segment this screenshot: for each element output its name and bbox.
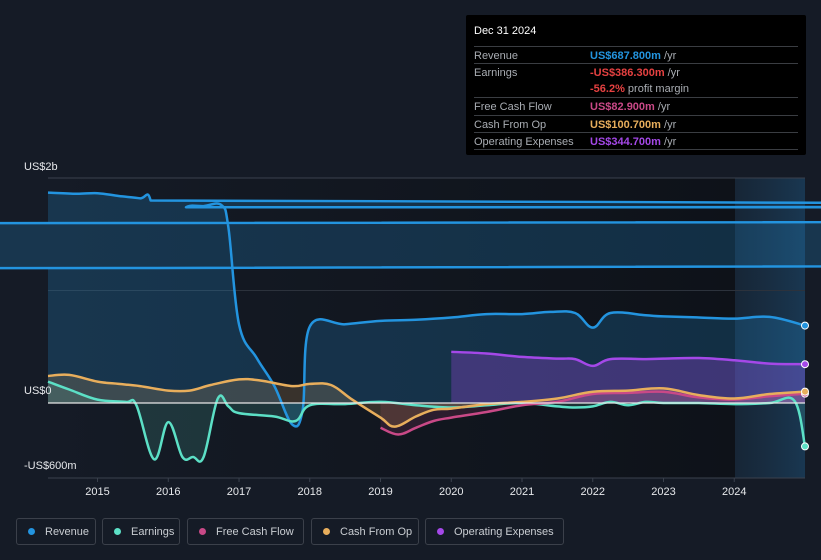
- x-tick-label: 2016: [156, 486, 180, 498]
- legend-dot-icon: [114, 528, 121, 535]
- tooltip-value-unit: /yr: [660, 50, 677, 62]
- legend-item-operating-expenses[interactable]: Operating Expenses: [425, 518, 564, 545]
- tooltip-row-label: Cash From Op: [474, 119, 547, 131]
- tooltip-value-unit: profit margin: [624, 83, 690, 95]
- tooltip-divider: [474, 149, 798, 150]
- legend-label: Revenue: [45, 525, 90, 538]
- tooltip-value-text: US$82.900m: [590, 101, 655, 113]
- tooltip-value-unit: /yr: [660, 119, 677, 131]
- x-tick-label: 2022: [581, 486, 605, 498]
- tooltip-date: Dec 31 2024: [474, 25, 537, 37]
- tooltip-row-label: Operating Expenses: [474, 136, 574, 148]
- tooltip-value-text: -56.2%: [590, 83, 625, 95]
- legend-label: Cash From Op: [340, 525, 413, 538]
- x-tick-label: 2020: [439, 486, 463, 498]
- tooltip-row-label: Revenue: [474, 50, 519, 62]
- legend-dot-icon: [28, 528, 35, 535]
- legend-dot-icon: [323, 528, 330, 535]
- y-tick-label-bottom: -US$600m: [24, 460, 77, 472]
- x-tick-label: 2024: [722, 486, 746, 498]
- x-tick-label: 2019: [368, 486, 392, 498]
- legend-label: Free Cash Flow: [216, 525, 294, 538]
- tooltip-value-text: -US$386.300m: [590, 67, 665, 79]
- legend-label: Operating Expenses: [454, 525, 554, 538]
- legend-dot-icon: [199, 528, 206, 535]
- tooltip-value-text: US$344.700m: [590, 136, 661, 148]
- x-tick-label: 2018: [298, 486, 322, 498]
- legend-item-earnings[interactable]: Earnings: [102, 518, 180, 545]
- tooltip-row-value: -US$386.300m /yr: [590, 67, 680, 79]
- tooltip-panel: Dec 31 2024 Revenue US$687.800m /yr Earnin…: [466, 15, 806, 155]
- tooltip-value-unit: /yr: [660, 136, 677, 148]
- tooltip-row-value: US$687.800m /yr: [590, 50, 676, 62]
- legend-dot-icon: [437, 528, 444, 535]
- tooltip-row-value: US$100.700m /yr: [590, 119, 676, 131]
- tooltip-row: Free Cash Flow US$82.900m /yr: [474, 97, 798, 113]
- x-tick-label: 2021: [510, 486, 534, 498]
- tooltip-row-label: Earnings: [474, 67, 518, 79]
- earnings-endpoint: [801, 442, 809, 451]
- cash-from-op-endpoint: [801, 387, 809, 396]
- tooltip-row-value: US$82.900m /yr: [590, 101, 670, 113]
- tooltip-value-text: US$687.800m: [590, 50, 661, 62]
- tooltip-value-unit: /yr: [664, 67, 680, 79]
- legend-label: Earnings: [131, 525, 175, 538]
- y-tick-label-top: US$2b: [24, 161, 58, 173]
- tooltip-row: Earnings -US$386.300m /yr: [474, 63, 798, 79]
- tooltip-row-label: Free Cash Flow: [474, 101, 552, 113]
- y-tick-label-zero: US$0: [24, 385, 52, 397]
- tooltip-row-value: US$344.700m /yr: [590, 136, 676, 148]
- tooltip-row-value: -56.2% profit margin: [590, 83, 689, 95]
- legend-item-revenue[interactable]: Revenue: [16, 518, 96, 545]
- x-tick-label: 2015: [85, 486, 109, 498]
- operating-expenses-endpoint: [801, 360, 809, 369]
- tooltip-row: Cash From Op US$100.700m /yr: [474, 115, 798, 131]
- tooltip-row: Operating Expenses US$344.700m /yr: [474, 132, 798, 148]
- tooltip-value-unit: /yr: [654, 101, 671, 113]
- x-tick-label: 2017: [227, 486, 251, 498]
- tooltip-value-text: US$100.700m: [590, 119, 661, 131]
- legend-item-cash-from-op[interactable]: Cash From Op: [311, 518, 419, 545]
- legend-item-free-cash-flow[interactable]: Free Cash Flow: [187, 518, 304, 545]
- tooltip-row: Revenue US$687.800m /yr: [474, 46, 798, 62]
- revenue-endpoint: [801, 321, 809, 330]
- x-tick-label: 2023: [651, 486, 675, 498]
